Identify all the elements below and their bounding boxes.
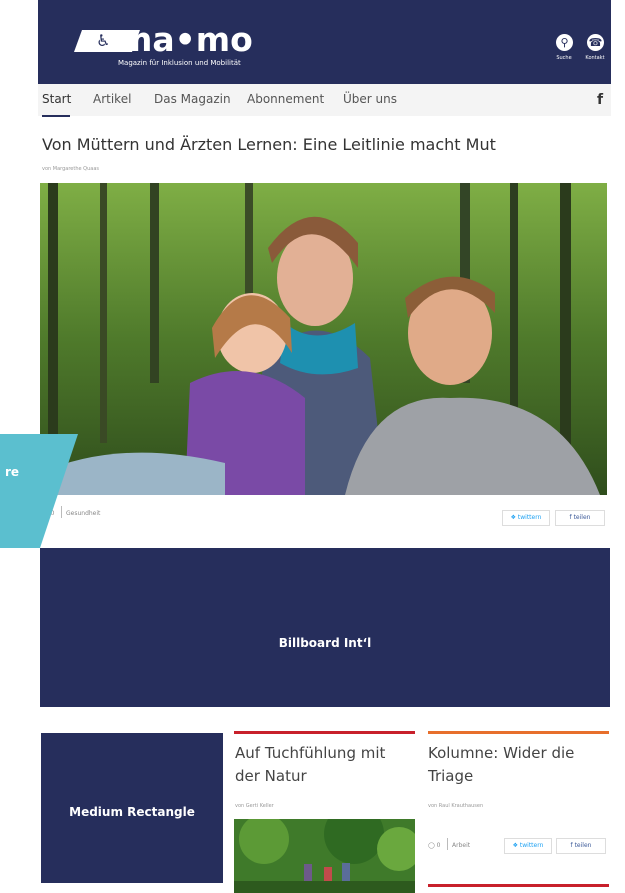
card-byline: von Gerti Keller (235, 803, 274, 809)
medium-rectangle-ad[interactable]: Medium Rectangle (41, 733, 223, 883)
article-title[interactable]: Von Müttern und Ärzten Lernen: Eine Leit… (42, 135, 496, 154)
share-label: teilen (574, 842, 592, 849)
article-byline: von Margarethe Quaas (42, 166, 100, 172)
meta-divider (447, 838, 448, 850)
tweet-button[interactable]: ❖ twittern (502, 510, 550, 526)
phone-icon[interactable]: ☎ (587, 34, 604, 51)
wheelchair-icon: ♿ (96, 31, 111, 50)
tweet-label: twittern (517, 514, 542, 521)
billboard-ad[interactable]: Billboard Int‘l (40, 548, 610, 707)
facebook-share-icon: f (569, 514, 572, 521)
logo[interactable]: ma•mo (118, 20, 253, 59)
family-photo (40, 183, 607, 495)
card-accent-bar (428, 731, 609, 734)
overlay-tab[interactable] (0, 434, 78, 548)
comment-count[interactable]: ◯ 0 (428, 842, 440, 849)
overlay-text[interactable]: re (5, 465, 19, 479)
nav-item-ueber-uns[interactable]: Über uns (343, 92, 397, 106)
search-icon[interactable]: ⚲ (556, 34, 573, 51)
twitter-icon: ❖ (510, 514, 516, 521)
card-accent-bar (234, 731, 415, 734)
nav-item-das-magazin[interactable]: Das Magazin (154, 92, 231, 106)
card-accent-bar (428, 884, 609, 887)
billboard-label: Billboard Int‘l (278, 636, 372, 650)
share-label: teilen (573, 514, 591, 521)
card-thumbnail[interactable] (234, 819, 415, 893)
comment-count-value: 0 (436, 842, 441, 849)
nav-item-abonnement[interactable]: Abonnement (247, 92, 324, 106)
hero-image[interactable] (40, 183, 607, 495)
facebook-share-icon: f (570, 842, 573, 849)
card-category[interactable]: Arbeit (452, 842, 470, 849)
contact-label[interactable]: Kontakt (580, 55, 610, 61)
main-nav: Start Artikel Das Magazin Abonnement Übe… (38, 84, 611, 116)
share-button[interactable]: f teilen (556, 838, 606, 854)
site-header: ♿ ma•mo Magazin für Inklusion und Mobili… (38, 0, 611, 84)
tweet-label: twittern (519, 842, 544, 849)
share-button[interactable]: f teilen (555, 510, 605, 526)
medium-rectangle-label: Medium Rectangle (69, 805, 195, 819)
tweet-button[interactable]: ❖ twittern (504, 838, 552, 854)
nature-photo (234, 819, 415, 893)
nav-item-start[interactable]: Start (42, 92, 71, 106)
nav-active-indicator (42, 115, 70, 117)
nav-item-artikel[interactable]: Artikel (93, 92, 131, 106)
search-label[interactable]: Suche (549, 55, 579, 61)
twitter-icon: ❖ (512, 842, 518, 849)
card-title[interactable]: Auf Tuchfühlung mit der Natur (235, 742, 415, 788)
facebook-icon[interactable]: f (597, 92, 603, 108)
card-byline: von Raul Krauthausen (428, 803, 484, 809)
logo-subtitle: Magazin für Inklusion und Mobilität (118, 59, 241, 67)
card-title[interactable]: Kolumne: Wider die Triage (428, 742, 608, 788)
